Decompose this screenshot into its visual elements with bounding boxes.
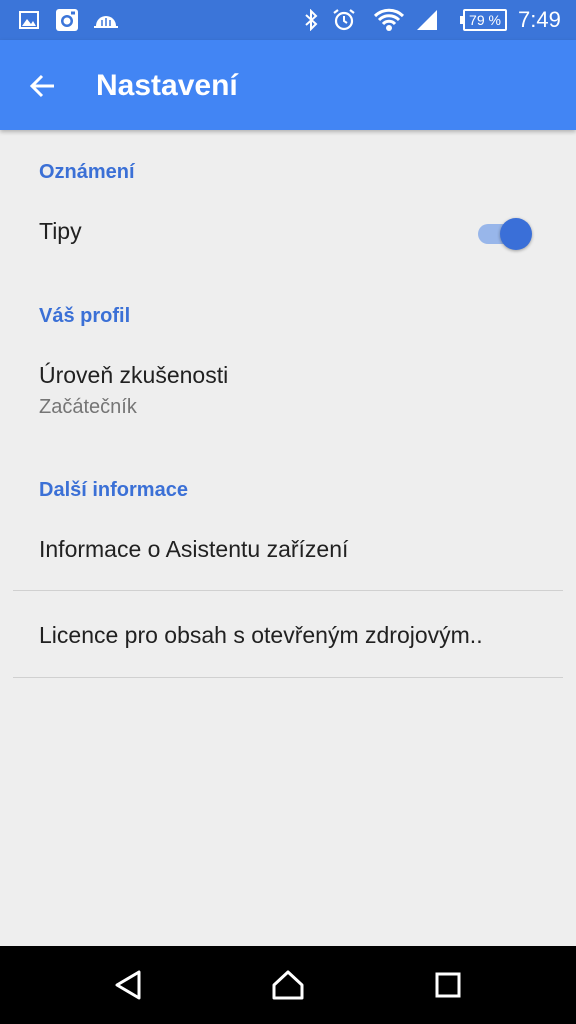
signal-icon — [414, 8, 440, 32]
alarm-icon — [331, 8, 357, 32]
section-header-profile: Váš profil — [39, 305, 131, 327]
back-triangle-icon — [115, 970, 141, 1000]
clock: 7:49 — [518, 7, 561, 32]
navigation-bar — [0, 946, 576, 1024]
nav-back-button[interactable] — [108, 965, 148, 1005]
open-source-licenses-item[interactable]: Licence pro obsah s otevřeným zdrojovým.… — [0, 606, 576, 676]
experience-level-preference[interactable]: Úroveň zkušenosti Začátečník — [0, 346, 576, 426]
wifi-icon — [372, 8, 406, 32]
tips-label: Tipy — [39, 218, 82, 244]
gallery-icon — [18, 8, 40, 32]
tips-toggle[interactable] — [478, 218, 534, 250]
assistant-info-label: Informace o Asistentu zařízení — [39, 536, 349, 562]
section-header-more-info: Další informace — [39, 479, 188, 501]
open-source-licenses-label: Licence pro obsah s otevřeným zdrojovým.… — [39, 622, 483, 648]
experience-level-label: Úroveň zkušenosti — [39, 362, 229, 388]
toggle-thumb — [500, 218, 532, 250]
arrow-back-icon — [29, 74, 54, 98]
experience-level-value: Začátečník — [39, 396, 137, 418]
divider — [13, 677, 563, 678]
bluetooth-icon — [302, 8, 320, 32]
back-button[interactable] — [18, 61, 68, 111]
assistant-info-item[interactable]: Informace o Asistentu zařízení — [0, 520, 576, 590]
page-title: Nastavení — [96, 69, 238, 102]
cloud-icon — [92, 8, 120, 32]
settings-screen: 79 % 7:49 Nastavení Oznámení Tipy Váš pr… — [0, 0, 576, 1024]
nav-recents-button[interactable] — [428, 965, 468, 1005]
app-bar: Nastavení — [0, 40, 576, 130]
section-header-notifications: Oznámení — [39, 161, 135, 183]
nav-home-button[interactable] — [268, 965, 308, 1005]
divider — [13, 590, 563, 591]
recents-icon — [435, 972, 461, 998]
status-bar: 79 % 7:49 — [0, 0, 576, 40]
battery-icon: 79 % — [460, 9, 507, 31]
home-icon — [272, 970, 304, 1000]
instagram-icon — [54, 8, 80, 32]
